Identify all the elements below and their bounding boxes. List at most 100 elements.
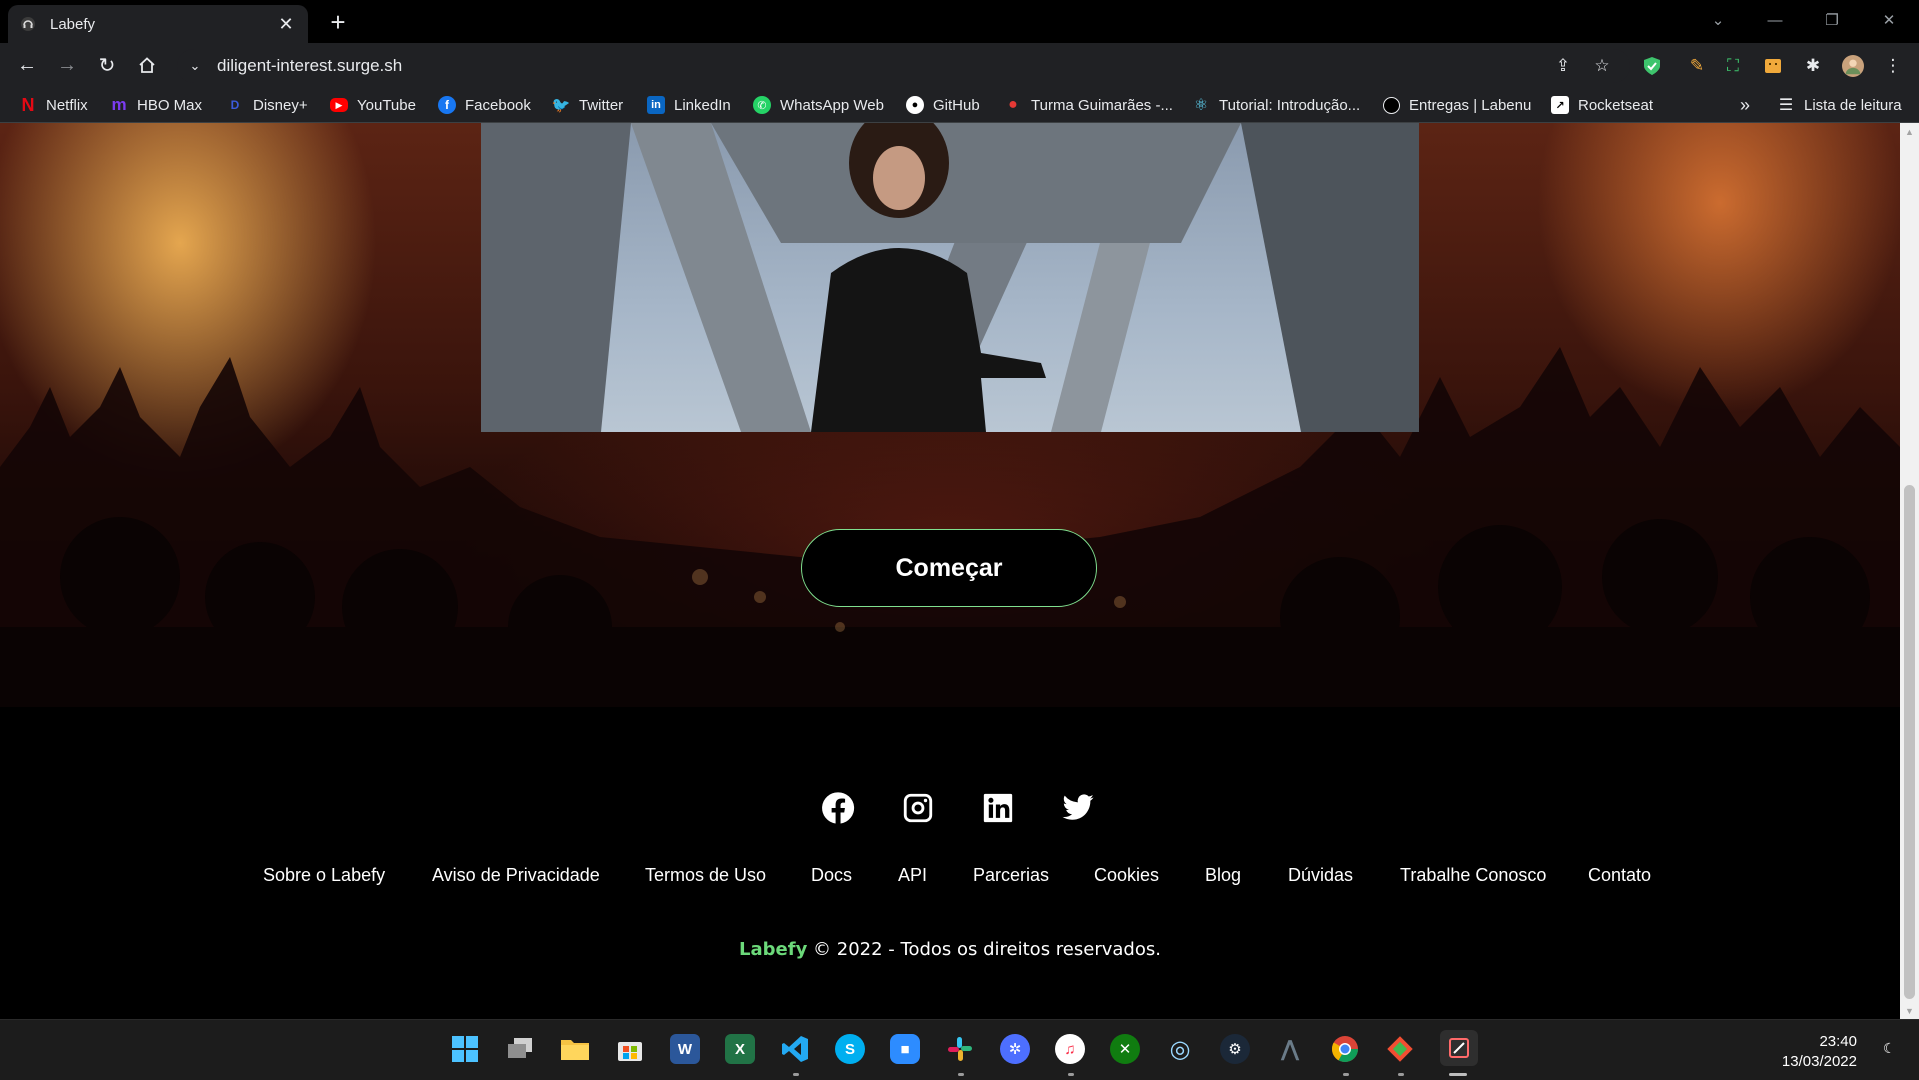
word-icon[interactable]: W	[670, 1034, 700, 1064]
microsoft-store-icon[interactable]	[615, 1034, 645, 1064]
page-scrollbar[interactable]: ▲ ▼	[1900, 123, 1919, 1019]
disney-plus-icon: D	[230, 98, 240, 112]
twitter-social-link[interactable]	[1060, 790, 1096, 826]
start-button[interactable]: Começar	[801, 529, 1097, 607]
bookmark-turma-guimaraes[interactable]: ● Turma Guimarães -...	[1004, 94, 1173, 116]
linkedin-icon	[983, 793, 1013, 823]
settings-gear-icon[interactable]: ✲	[1000, 1034, 1030, 1064]
copyright-text: © 2022 - Todos os direitos reservados.	[807, 939, 1161, 960]
system-clock[interactable]: 23:40 13/03/2022	[1782, 1032, 1857, 1072]
file-explorer-icon[interactable]	[560, 1034, 590, 1064]
reading-list-button[interactable]: ☰ Lista de leitura	[1777, 94, 1902, 116]
vscode-icon[interactable]	[780, 1034, 810, 1064]
apple-icon: ●	[1008, 96, 1018, 113]
bookmark-twitter[interactable]: 🐦 Twitter	[551, 94, 624, 116]
bookmark-label: HBO Max	[137, 96, 203, 114]
netflix-icon: N	[21, 94, 35, 115]
screenshot-extension-icon[interactable]: ⛶	[1722, 55, 1744, 77]
github-icon: ●	[906, 96, 924, 114]
bookmark-tutorial[interactable]: ⚛ Tutorial: Introdução...	[1192, 94, 1360, 116]
address-bar[interactable]: ⌄ diligent-interest.surge.sh	[177, 49, 1630, 83]
slack-icon[interactable]	[945, 1034, 975, 1064]
scroll-up-arrow-icon[interactable]: ▲	[1900, 123, 1919, 140]
notification-icon[interactable]: ☾	[1883, 1040, 1903, 1060]
facebook-social-link[interactable]	[820, 790, 856, 826]
tab-title: Labefy	[50, 15, 96, 33]
bookmark-github[interactable]: ● GitHub	[906, 94, 980, 116]
excel-icon[interactable]: X	[725, 1034, 755, 1064]
bookmark-disney-plus[interactable]: D Disney+	[226, 94, 308, 116]
footer-link-blog[interactable]: Blog	[1205, 865, 1241, 886]
scroll-thumb[interactable]	[1904, 485, 1915, 999]
bookmark-label: LinkedIn	[674, 96, 731, 114]
extension-box-icon[interactable]	[1762, 55, 1784, 77]
footer-link-sobre[interactable]: Sobre o Labefy	[263, 865, 385, 886]
itunes-icon[interactable]: ♫	[1055, 1034, 1085, 1064]
task-view-icon[interactable]	[505, 1034, 535, 1064]
bookmark-facebook[interactable]: f Facebook	[438, 94, 531, 116]
more-bookmarks-button[interactable]: »	[1740, 94, 1750, 116]
new-tab-button[interactable]: +	[324, 7, 352, 37]
bookmark-label: Netflix	[46, 96, 88, 114]
tab-strip: Labefy ✕ + ⌄ — ❐ ✕	[0, 0, 1919, 43]
footer-link-parcerias[interactable]: Parcerias	[973, 865, 1049, 886]
back-button[interactable]: ←	[11, 49, 43, 81]
share-icon[interactable]: ⇪	[1552, 55, 1574, 77]
footer-link-cookies[interactable]: Cookies	[1094, 865, 1159, 886]
bookmark-label: Facebook	[465, 96, 531, 114]
bookmark-whatsapp[interactable]: ✆ WhatsApp Web	[753, 94, 884, 116]
bookmark-entregas-labenu[interactable]: Entregas | Labenu	[1383, 94, 1531, 116]
bookmark-netflix[interactable]: N Netflix	[19, 94, 88, 116]
predator-sense-icon[interactable]: ⋀	[1275, 1034, 1305, 1064]
footer-link-trabalhe[interactable]: Trabalhe Conosco	[1400, 865, 1546, 886]
steam-icon[interactable]: ⚙	[1220, 1034, 1250, 1064]
footer-link-contato[interactable]: Contato	[1588, 865, 1651, 886]
menu-kebab-icon[interactable]: ⋮	[1882, 55, 1904, 77]
bookmark-linkedin[interactable]: in LinkedIn	[647, 94, 731, 116]
hbo-max-icon: m	[111, 95, 127, 114]
tab-search-icon[interactable]: ⌄	[1690, 0, 1746, 40]
footer-link-duvidas[interactable]: Dúvidas	[1288, 865, 1353, 886]
whatsapp-icon: ✆	[753, 96, 771, 114]
close-tab-icon[interactable]: ✕	[276, 14, 296, 34]
browser-tab[interactable]: Labefy ✕	[8, 5, 308, 43]
close-window-button[interactable]: ✕	[1861, 0, 1917, 40]
footer-link-api[interactable]: API	[898, 865, 927, 886]
git-kraken-icon[interactable]	[1385, 1034, 1415, 1064]
forward-button[interactable]: →	[51, 49, 83, 81]
bookmark-label: YouTube	[357, 96, 416, 114]
scroll-down-arrow-icon[interactable]: ▼	[1900, 1002, 1919, 1019]
bookmark-label: Turma Guimarães -...	[1031, 96, 1173, 114]
profile-avatar[interactable]	[1842, 55, 1864, 77]
footer-link-docs[interactable]: Docs	[811, 865, 852, 886]
twitter-icon: 🐦	[551, 97, 571, 114]
start-menu-icon[interactable]	[450, 1034, 480, 1064]
extensions-puzzle-icon[interactable]: ✱	[1802, 55, 1824, 77]
skype-icon[interactable]: S	[835, 1034, 865, 1064]
youtube-icon: ▶	[330, 98, 348, 112]
footer-link-privacidade[interactable]: Aviso de Privacidade	[432, 865, 600, 886]
video-player[interactable]	[481, 123, 1419, 432]
xbox-icon[interactable]: ✕	[1110, 1034, 1140, 1064]
copyright-notice: Labefy © 2022 - Todos os direitos reserv…	[0, 939, 1900, 960]
home-button[interactable]	[131, 49, 163, 81]
zoom-icon[interactable]: ■	[890, 1034, 920, 1064]
bookmark-rocketseat[interactable]: ↗ Rocketseat	[1551, 94, 1653, 116]
snipping-tool-icon[interactable]	[1440, 1030, 1478, 1066]
shield-extension-icon[interactable]	[1641, 55, 1663, 77]
site-info-icon[interactable]: ⌄	[185, 56, 205, 76]
bookmark-hbo-max[interactable]: m HBO Max	[110, 94, 202, 116]
bookmarks-bar: N Netflix m HBO Max D Disney+ ▶ YouTube f Fac…	[0, 87, 1919, 123]
reload-button[interactable]: ↻	[91, 49, 123, 81]
bookmark-youtube[interactable]: ▶ YouTube	[330, 94, 416, 116]
minimize-button[interactable]: —	[1747, 0, 1803, 40]
instagram-social-link[interactable]	[900, 790, 936, 826]
footer-link-termos[interactable]: Termos de Uso	[645, 865, 766, 886]
restore-button[interactable]: ❐	[1804, 0, 1860, 40]
bookmark-star-icon[interactable]: ☆	[1591, 55, 1613, 77]
pencil-extension-icon[interactable]: ✎	[1686, 55, 1708, 77]
url-text[interactable]: diligent-interest.surge.sh	[217, 56, 402, 76]
chrome-icon[interactable]	[1330, 1034, 1360, 1064]
linkedin-social-link[interactable]	[980, 790, 1016, 826]
spiral-app-icon[interactable]: ◎	[1165, 1034, 1195, 1064]
